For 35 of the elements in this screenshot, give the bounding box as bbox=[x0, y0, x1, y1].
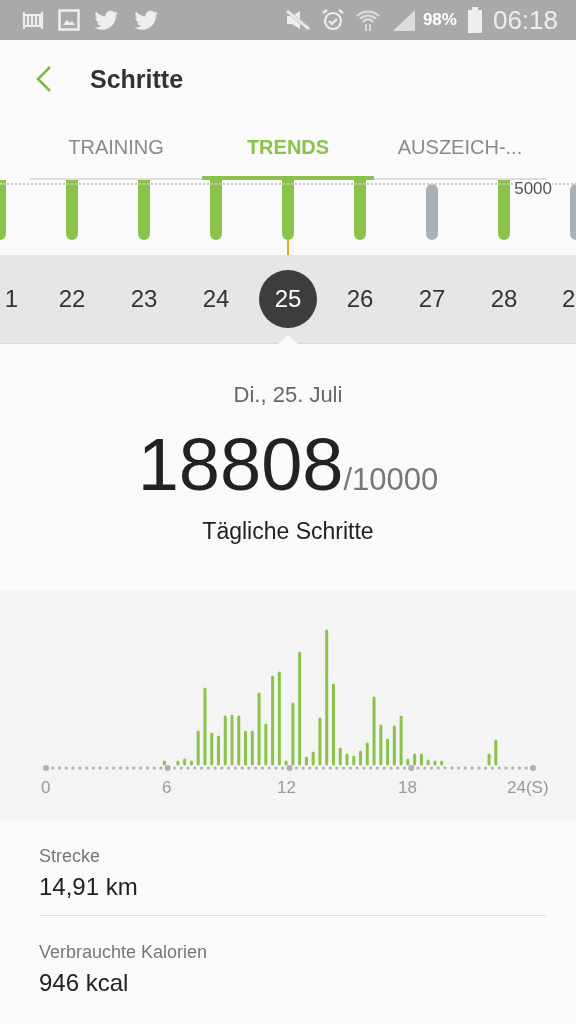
date-item[interactable]: 2 bbox=[562, 270, 576, 328]
image-icon bbox=[58, 9, 80, 31]
wifi-icon bbox=[354, 8, 381, 32]
stat-value: 946 kcal bbox=[39, 969, 130, 997]
crib-icon bbox=[22, 9, 44, 31]
stat-label: Strecke bbox=[39, 846, 102, 867]
step-count: 18808 bbox=[137, 422, 344, 508]
stat-label: Verbrauchte Kalorien bbox=[39, 942, 209, 963]
stat-value: 14,91 km bbox=[39, 873, 139, 901]
pointer-icon bbox=[278, 335, 298, 344]
date-label: Di., 25. Juli bbox=[233, 382, 343, 408]
date-item[interactable]: 1 bbox=[4, 270, 18, 328]
clock-time: 06:18 bbox=[492, 4, 558, 36]
axis-label: 24(S) bbox=[507, 778, 549, 798]
date-item[interactable]: 23 bbox=[115, 270, 173, 328]
battery-percentage: 98% bbox=[422, 10, 457, 30]
bird-icon bbox=[134, 9, 160, 31]
step-goal: /10000 bbox=[343, 462, 439, 498]
alarm-icon bbox=[320, 8, 345, 32]
back-icon[interactable] bbox=[36, 66, 52, 92]
axis-label: 6 bbox=[162, 778, 172, 798]
screen-title: Schritte bbox=[90, 64, 184, 94]
date-item[interactable]: 24 bbox=[187, 270, 245, 328]
bird-icon bbox=[94, 9, 120, 31]
axis-label: 18 bbox=[398, 778, 417, 798]
date-item[interactable]: 26 bbox=[331, 270, 389, 328]
battery-icon bbox=[466, 7, 483, 33]
date-item[interactable]: 27 bbox=[403, 270, 461, 328]
mute-icon bbox=[284, 9, 311, 31]
axis-label: 0 bbox=[41, 778, 51, 798]
date-item[interactable]: 25 bbox=[259, 270, 317, 328]
date-item[interactable]: 28 bbox=[475, 270, 533, 328]
date-item[interactable]: 22 bbox=[43, 270, 101, 328]
steps-caption: Tägliche Schritte bbox=[202, 518, 374, 545]
axis-label: 12 bbox=[277, 778, 296, 798]
